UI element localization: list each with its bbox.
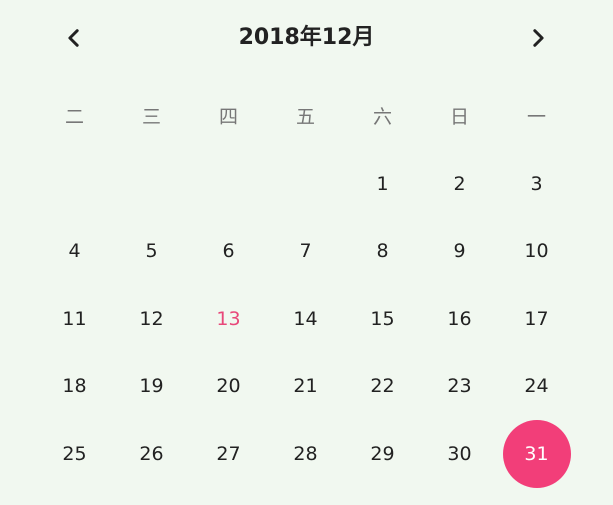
day-cell: 1 xyxy=(344,150,421,218)
day-button[interactable]: 23 xyxy=(429,355,491,417)
day-cell xyxy=(190,150,267,218)
day-button[interactable]: 24 xyxy=(506,355,568,417)
day-cell: 13 xyxy=(190,285,267,353)
day-button[interactable]: 16 xyxy=(429,288,491,350)
day-cell: 5 xyxy=(113,218,190,286)
day-button[interactable]: 30 xyxy=(429,423,491,485)
day-cell: 26 xyxy=(113,420,190,488)
day-button[interactable]: 28 xyxy=(275,423,337,485)
week-row: 4 5 6 7 8 9 10 xyxy=(36,218,575,286)
day-button[interactable]: 7 xyxy=(275,220,337,282)
day-cell xyxy=(36,150,113,218)
weekday-label: 五 xyxy=(295,105,315,128)
weekday-cell: 二 xyxy=(36,80,113,150)
day-cell: 25 xyxy=(36,420,113,488)
calendar-grid: 二 三 四 五 六 日 一 1 2 3 4 5 6 7 8 9 10 11 12 13 14 15 16 17 1… xyxy=(36,80,575,488)
day-button[interactable]: 1 xyxy=(352,153,414,215)
day-button[interactable]: 21 xyxy=(275,355,337,417)
day-cell: 9 xyxy=(421,218,498,286)
empty-day-slot xyxy=(275,153,337,215)
day-cell: 11 xyxy=(36,285,113,353)
weekday-cell: 一 xyxy=(498,80,575,150)
day-cell: 31 xyxy=(498,420,575,488)
day-cell: 29 xyxy=(344,420,421,488)
day-button[interactable]: 15 xyxy=(352,288,414,350)
weekday-label: 六 xyxy=(372,105,392,128)
day-cell: 20 xyxy=(190,353,267,421)
day-button[interactable]: 27 xyxy=(198,423,260,485)
day-cell: 10 xyxy=(498,218,575,286)
day-cell xyxy=(113,150,190,218)
week-row: 11 12 13 14 15 16 17 xyxy=(36,285,575,353)
day-cell: 16 xyxy=(421,285,498,353)
day-button[interactable]: 4 xyxy=(44,220,106,282)
day-button[interactable]: 10 xyxy=(506,220,568,282)
day-button[interactable]: 18 xyxy=(44,355,106,417)
week-row: 123 xyxy=(36,150,575,218)
week-row: 25 26 27 28 29 30 31 xyxy=(36,420,575,488)
day-cell: 4 xyxy=(36,218,113,286)
day-cell: 12 xyxy=(113,285,190,353)
day-button[interactable]: 13 xyxy=(198,288,260,350)
weekday-cell: 四 xyxy=(190,80,267,150)
day-button[interactable]: 17 xyxy=(506,288,568,350)
day-button[interactable]: 20 xyxy=(198,355,260,417)
day-button[interactable]: 31 xyxy=(502,420,571,488)
weekday-cell: 日 xyxy=(421,80,498,150)
day-cell: 17 xyxy=(498,285,575,353)
empty-day-slot xyxy=(44,153,106,215)
day-cell: 18 xyxy=(36,353,113,421)
day-cell: 28 xyxy=(267,420,344,488)
day-cell: 19 xyxy=(113,353,190,421)
day-cell: 14 xyxy=(267,285,344,353)
day-cell: 23 xyxy=(421,353,498,421)
day-cell: 15 xyxy=(344,285,421,353)
day-cell: 24 xyxy=(498,353,575,421)
day-cell: 8 xyxy=(344,218,421,286)
day-button[interactable]: 12 xyxy=(121,288,183,350)
day-button[interactable]: 6 xyxy=(198,220,260,282)
day-cell: 21 xyxy=(267,353,344,421)
weekday-cell: 五 xyxy=(267,80,344,150)
weekday-header-row: 二 三 四 五 六 日 一 xyxy=(36,80,575,150)
day-button[interactable]: 29 xyxy=(352,423,414,485)
empty-day-slot xyxy=(198,153,260,215)
week-rows: 1 2 3 4 5 6 7 8 9 10 11 12 13 14 15 16 17 18 19 20 21 22 23 24 2… xyxy=(36,150,575,488)
day-button[interactable]: 14 xyxy=(275,288,337,350)
weekday-label: 四 xyxy=(218,105,238,128)
day-cell: 2 xyxy=(421,150,498,218)
day-button[interactable]: 22 xyxy=(352,355,414,417)
weekday-cell: 六 xyxy=(344,80,421,150)
day-cell: 22 xyxy=(344,353,421,421)
empty-day-slot xyxy=(121,153,183,215)
day-cell: 30 xyxy=(421,420,498,488)
day-cell xyxy=(267,150,344,218)
day-button[interactable]: 25 xyxy=(44,423,106,485)
calendar-header: 2018年12月 xyxy=(0,0,613,76)
day-button[interactable]: 11 xyxy=(44,288,106,350)
day-button[interactable]: 9 xyxy=(429,220,491,282)
weekday-label: 日 xyxy=(449,105,469,128)
weekday-label: 二 xyxy=(64,105,84,128)
day-cell: 6 xyxy=(190,218,267,286)
day-cell: 3 xyxy=(498,150,575,218)
week-row: 18 19 20 21 22 23 24 xyxy=(36,353,575,421)
chevron-right-icon xyxy=(533,29,544,47)
day-button[interactable]: 19 xyxy=(121,355,183,417)
day-button[interactable]: 5 xyxy=(121,220,183,282)
day-cell: 7 xyxy=(267,218,344,286)
day-cell: 27 xyxy=(190,420,267,488)
day-button[interactable]: 8 xyxy=(352,220,414,282)
day-button[interactable]: 3 xyxy=(506,153,568,215)
next-month-button[interactable] xyxy=(518,18,558,58)
weekday-label: 一 xyxy=(526,105,546,128)
day-button[interactable]: 2 xyxy=(429,153,491,215)
day-button[interactable]: 26 xyxy=(121,423,183,485)
weekday-cell: 三 xyxy=(113,80,190,150)
weekday-label: 三 xyxy=(141,105,161,128)
